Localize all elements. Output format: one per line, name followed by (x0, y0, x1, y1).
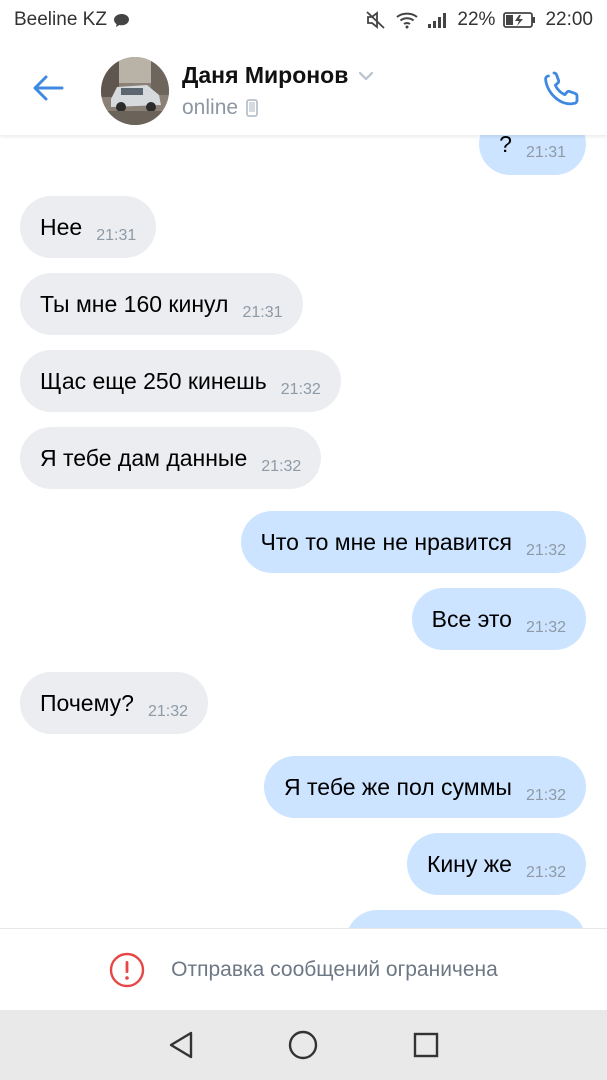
status-bar: Beeline KZ 22% 22:00 (0, 0, 607, 40)
square-recents-icon (413, 1032, 439, 1058)
status-left: Beeline KZ (14, 9, 130, 31)
message-notification-icon (113, 13, 130, 28)
message-incoming[interactable]: Щас еще 250 кинешь 21:32 (20, 350, 341, 412)
message-time: 21:32 (525, 542, 566, 559)
mute-icon (365, 10, 387, 30)
wifi-icon (395, 11, 419, 29)
avatar[interactable] (101, 57, 169, 125)
chevron-down-icon (359, 71, 374, 80)
message-incoming[interactable]: Я тебе дам данные 21:32 (20, 427, 322, 489)
nav-recents-button[interactable] (404, 1023, 448, 1067)
message-text: Почему? (40, 689, 134, 716)
message-text: ? (499, 135, 512, 157)
message-list[interactable]: ? 21:31 Нее 21:31 Ты мне 160 кинул 21:31… (0, 135, 607, 928)
nav-home-button[interactable] (281, 1023, 325, 1067)
carrier-label: Beeline KZ (14, 9, 107, 30)
message-text: Нее (40, 213, 83, 240)
message-time: 21:32 (280, 381, 321, 398)
message-incoming[interactable]: Ты мне 160 кинул 21:31 (20, 273, 303, 335)
message-incoming[interactable]: Почему? 21:32 (20, 672, 209, 734)
message-time: 21:32 (147, 703, 189, 720)
contact-status-row: online (182, 96, 258, 120)
battery-charging-icon (503, 11, 537, 29)
clock: 22:00 (545, 9, 593, 30)
battery-percent: 22% (457, 9, 496, 30)
message-time: 21:32 (525, 787, 566, 804)
messaging-restricted-bar: Отправка сообщений ограничена (0, 928, 607, 1010)
message-time: 21:32 (525, 619, 566, 636)
message-time: 21:32 (525, 864, 566, 881)
chat-screen: Beeline KZ 22% 22:00 Даня Миронов online… (0, 0, 607, 1080)
message-text: Щас еще 250 кинешь (40, 367, 267, 394)
message-outgoing-partial[interactable] (346, 910, 586, 928)
contact-name-row[interactable]: Даня Миронов (182, 62, 374, 89)
message-outgoing[interactable]: Все это 21:32 (411, 588, 586, 650)
signal-icon (427, 11, 449, 29)
phone-icon (544, 71, 579, 106)
exclamation-circle-icon (109, 952, 145, 987)
back-arrow-icon (33, 75, 64, 101)
back-button[interactable] (28, 70, 68, 106)
restricted-notice: Отправка сообщений ограничена (171, 957, 498, 981)
message-text: Я тебе же пол суммы (284, 773, 512, 800)
message-outgoing[interactable]: ? 21:31 (479, 135, 586, 175)
system-nav-bar (0, 1010, 607, 1080)
message-text: Кину же (426, 850, 512, 877)
online-status: online (182, 96, 239, 119)
message-time: 21:31 (96, 227, 137, 244)
status-right: 22% 22:00 (365, 9, 593, 31)
message-text: Что то мне не нравится (260, 528, 512, 555)
call-button[interactable] (540, 67, 584, 111)
mobile-device-icon (246, 99, 258, 117)
circle-home-icon (289, 1030, 318, 1060)
nav-back-button[interactable] (159, 1023, 203, 1067)
message-text: Все это (431, 605, 512, 632)
message-text: Я тебе дам данные (40, 444, 248, 471)
message-time: 21:31 (242, 304, 283, 321)
message-text: Ты мне 160 кинул (40, 290, 229, 317)
contact-name: Даня Миронов (182, 62, 349, 88)
message-incoming[interactable]: Нее 21:31 (20, 196, 157, 258)
message-outgoing[interactable]: Что то мне не нравится 21:32 (240, 511, 586, 573)
message-time: 21:31 (525, 144, 566, 161)
message-outgoing[interactable]: Я тебе же пол суммы 21:32 (264, 756, 586, 818)
chat-header: Даня Миронов online (0, 40, 607, 135)
message-time: 21:32 (261, 458, 302, 475)
triangle-back-icon (169, 1031, 193, 1059)
message-outgoing[interactable]: Кину же 21:32 (406, 833, 586, 895)
